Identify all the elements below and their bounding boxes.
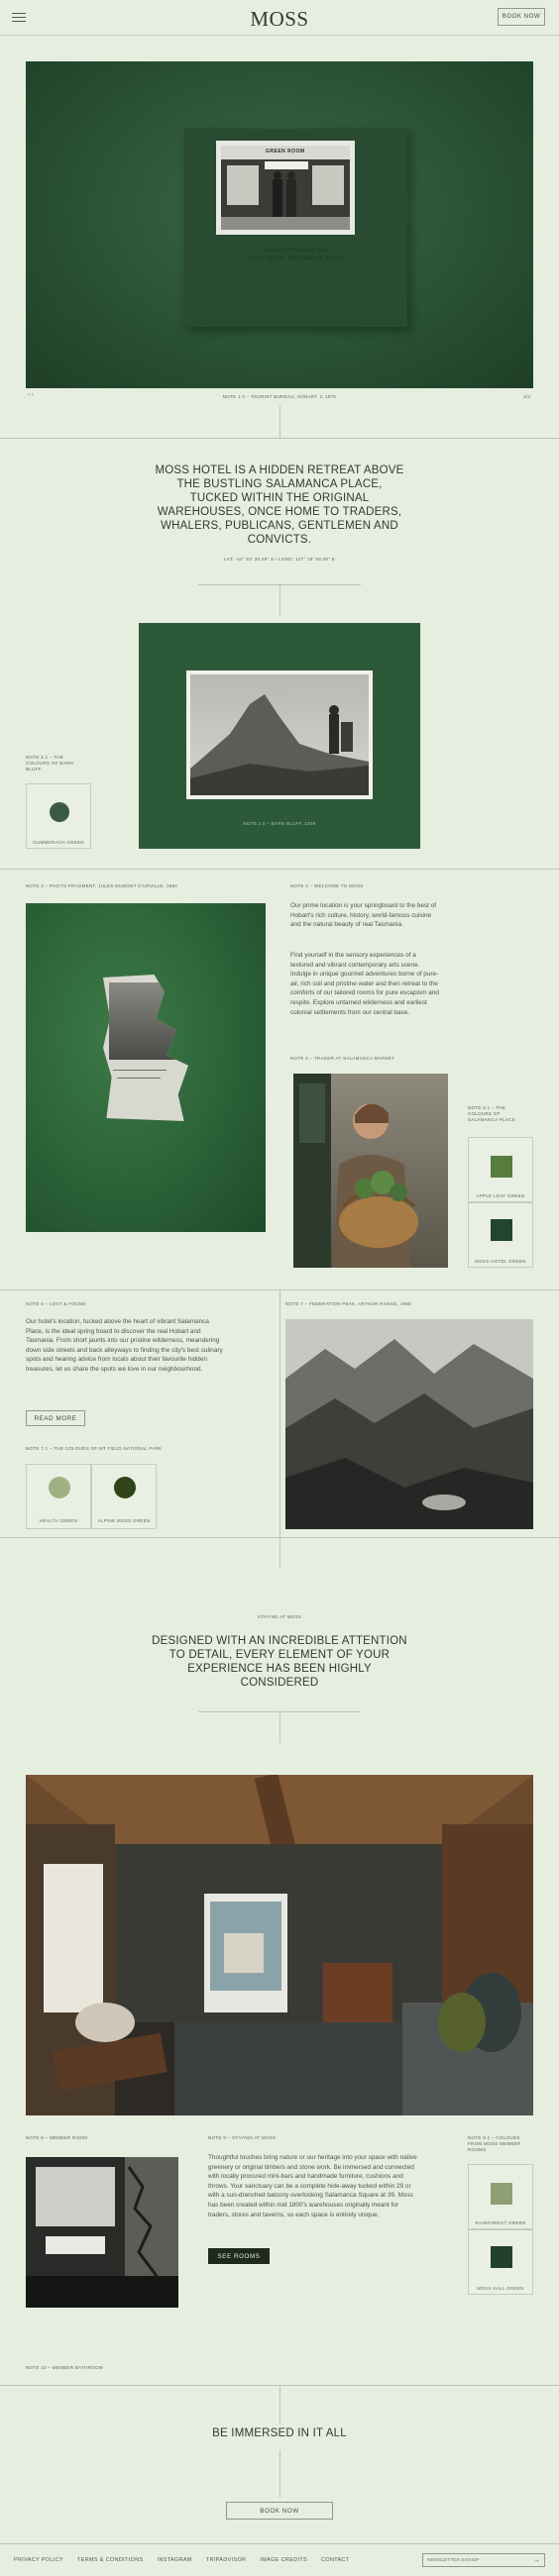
swatch-alpine-moss <box>114 1477 136 1498</box>
room-colours-note: NOTE 9.1 – COLOURS FROM MOSS MEMBER ROOM… <box>468 2135 521 2152</box>
swatch-label: GUMMERACH GREEN <box>33 840 84 845</box>
mountain-range-illustration <box>285 1319 533 1529</box>
intro-heading: MOSS HOTEL IS A HIDDEN RETREAT ABOVE THE… <box>155 464 404 546</box>
swatch-card-rainforest: RAINFOREST GREEN <box>468 2164 533 2229</box>
see-rooms-button[interactable]: SEE ROOMS <box>208 2248 270 2264</box>
hero-card-text-1: ROSS HOTEL AND THE <box>263 248 329 254</box>
immersed-heading: BE IMMERSED IN IT ALL <box>212 2427 347 2439</box>
welcome-para-1: Our prime location is your springboard t… <box>290 902 437 929</box>
staying-note: NOTE 9 – STAYING AT MOSS <box>208 2135 277 2140</box>
trader-photo <box>293 1074 448 1268</box>
bathroom-photo <box>26 2157 178 2308</box>
staying-para: Thoughtful touches bring nature or our h… <box>208 2154 417 2218</box>
swatch-label: APPLE LEAF GREEN <box>476 1193 525 1198</box>
divider <box>0 2543 559 2544</box>
swatch-card-alpine-moss: ALPINE MOSS GREEN <box>91 1464 157 1529</box>
swatch-rainforest <box>491 2183 512 2205</box>
barn-bluff-note: NOTE 2.1 – THE COLOURS OF BARN BLUFF <box>26 755 74 772</box>
salamanca-colours-note: NOTE 5.1 – THE COLOURS OF SALAMANCA PLAC… <box>468 1105 516 1122</box>
swatch-moss-hotel <box>491 1219 512 1241</box>
swatch-label: MOSS HALL GREEN <box>477 2286 524 2291</box>
federation-peak-photo <box>285 1319 533 1529</box>
swatch-card-health: HEALTH GREEN <box>26 1464 91 1529</box>
header: MOSS BOOK NOW <box>0 0 559 36</box>
newsletter-input[interactable] <box>423 2554 533 2566</box>
swatch-gummerach <box>50 802 69 822</box>
newsletter-form: → <box>422 2553 545 2567</box>
barn-bluff-caption: NOTE 2.0 – BARN BLUFF, 1939 <box>243 821 316 826</box>
lost-found-note: NOTE 6 – LOST & FOUND <box>26 1301 86 1306</box>
footer-nav: PRIVACY POLICY TERMS & CONDITIONS INSTAG… <box>14 2557 364 2563</box>
hero-card: GREEN ROOM ROSS HOTEL AND THE ROOM WAKE,… <box>184 129 407 327</box>
swatch-health <box>49 1477 70 1498</box>
member-bathroom-note: NOTE 10 – MEMBER BATHROOM <box>26 2365 103 2370</box>
photo-fragment-image <box>26 903 266 1232</box>
divider <box>0 869 559 870</box>
swatch-apple-leaf <box>491 1156 512 1178</box>
footer-link-contact[interactable]: CONTACT <box>321 2557 349 2563</box>
newsletter-submit-arrow-icon[interactable]: → <box>533 2557 544 2564</box>
mountain-illustration <box>190 674 369 795</box>
swatch-card-gummerach: GUMMERACH GREEN <box>26 783 91 849</box>
lost-found-para: Our hotel's location, tucked above the h… <box>26 1318 223 1373</box>
hero-card-sign: GREEN ROOM <box>266 149 305 155</box>
hero-card-text-2: ROOM WAKE, SALAMANCA PLACE <box>247 256 345 261</box>
room-photo <box>26 1775 533 2115</box>
barn-bluff-frame: NOTE 2.0 – BARN BLUFF, 1939 <box>139 623 420 849</box>
footer-book-now-button[interactable]: BOOK NOW <box>226 2502 333 2520</box>
staying-heading: DESIGNED WITH AN INCREDIBLE ATTENTION TO… <box>152 1635 407 1689</box>
torn-photo <box>103 975 188 1121</box>
hero-card-photo: GREEN ROOM <box>216 141 355 235</box>
swatch-card-moss-hall: MOSS HALL GREEN <box>468 2229 533 2295</box>
footer-link-instagram[interactable]: INSTAGRAM <box>158 2557 192 2563</box>
hero-caption: NOTE 1.0 – TOURIST BUREAU, HOBART, C.197… <box>222 394 337 399</box>
header-book-now-button[interactable]: BOOK NOW <box>498 8 545 26</box>
swatch-label: HEALTH GREEN <box>39 1518 78 1523</box>
swatch-label: MOSS HOTEL GREEN <box>475 1259 526 1264</box>
bedroom-illustration <box>26 1775 533 2115</box>
staying-eyebrow: STAYING AT MOSS <box>257 1614 302 1619</box>
swatch-label: ALPINE MOSS GREEN <box>97 1518 151 1523</box>
swatch-label: RAINFOREST GREEN <box>475 2220 526 2225</box>
barn-bluff-photo <box>186 670 373 799</box>
footer-link-privacy[interactable]: PRIVACY POLICY <box>14 2557 63 2563</box>
footer-link-terms[interactable]: TERMS & CONDITIONS <box>77 2557 144 2563</box>
hero-pager: 1/3 <box>523 394 531 399</box>
member-room-note: NOTE 8 – MEMBER ROOM <box>26 2135 88 2140</box>
logo[interactable]: MOSS <box>0 7 559 32</box>
storefront-illustration <box>221 146 350 230</box>
divider <box>0 438 559 439</box>
swatch-card-moss-hotel: MOSS HOTEL GREEN <box>468 1202 533 1268</box>
read-more-button[interactable]: READ MORE <box>26 1410 85 1426</box>
bathroom-illustration <box>26 2157 178 2308</box>
photo-fragment-note: NOTE 3 – PHOTO FRAGMENT, JULES DUMONT D'… <box>26 883 178 888</box>
swatch-card-apple-leaf: APPLE LEAF GREEN <box>468 1137 533 1202</box>
footer-link-tripadvisor[interactable]: TRIPADVISOR <box>206 2557 247 2563</box>
hero-image: GREEN ROOM ROSS HOTEL AND THE ROOM WAKE,… <box>26 61 533 388</box>
intro-coords: LAT: -42° 53' 30.48" S / LONG: 147° 19' … <box>224 557 335 562</box>
federation-peak-note: NOTE 7 – FEDERATION PEAK, ARTHUR RANGE, … <box>285 1301 412 1306</box>
welcome-note: NOTE 4 – WELCOME TO MOSS <box>290 883 364 888</box>
swatch-moss-hall <box>491 2246 512 2268</box>
mt-field-note: NOTE 7.1 – THE COLOURS OF MT FIELD NATIO… <box>26 1446 163 1451</box>
footer-link-image-credits[interactable]: IMAGE CREDITS <box>260 2557 307 2563</box>
trader-illustration <box>293 1074 418 1268</box>
trader-note: NOTE 5 – TRADER AT SALAMANCA MARKET <box>290 1056 395 1061</box>
welcome-para-2: Find yourself in the sensory experiences… <box>290 952 439 1016</box>
